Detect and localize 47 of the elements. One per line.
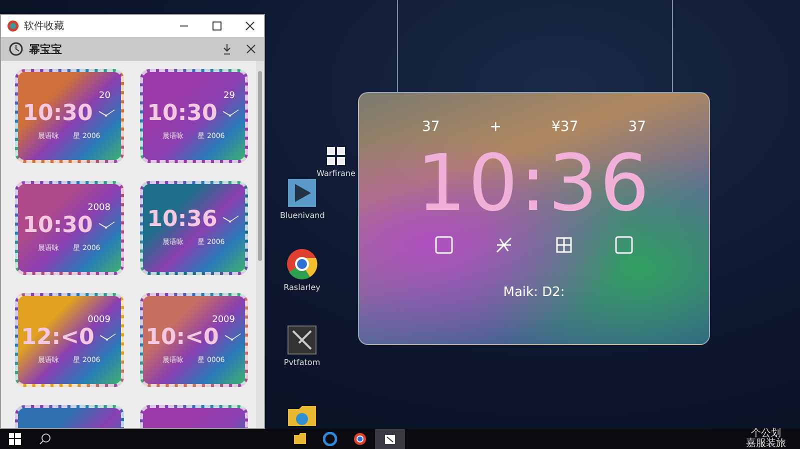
thumbnail-time: 10:30 bbox=[22, 214, 93, 236]
widget-text: + bbox=[490, 119, 502, 135]
thumbnail-number: 2009 bbox=[212, 316, 235, 324]
window-title: 软件收藏 bbox=[24, 20, 65, 33]
calendar-icon bbox=[554, 235, 574, 255]
app-icon[interactable] bbox=[287, 325, 317, 355]
desktop-icon-label: Pvtfatom bbox=[284, 358, 320, 367]
widget-caption: Maik: D2: bbox=[503, 285, 565, 300]
app-logo-icon bbox=[7, 20, 19, 32]
widget-text: 37 bbox=[422, 119, 440, 135]
app-icon[interactable] bbox=[287, 178, 318, 208]
panel-title: 幂宝宝 bbox=[29, 42, 63, 56]
widget-text: 37 bbox=[628, 119, 646, 135]
widget-time: 10:36 bbox=[416, 145, 652, 223]
desktop-icon-label: Bluenivand bbox=[280, 211, 325, 220]
box-icon bbox=[383, 432, 397, 446]
taskbar-clock: 个公划 bbox=[751, 429, 781, 439]
browser-icon bbox=[323, 432, 337, 446]
close-icon[interactable] bbox=[246, 44, 256, 54]
square-icon bbox=[434, 235, 454, 255]
thumbnail-time: 10:<0 bbox=[146, 326, 219, 348]
taskbar-app-button[interactable] bbox=[375, 429, 405, 449]
thumbnail-number: 2008 bbox=[88, 204, 110, 212]
grid-icon[interactable] bbox=[326, 146, 346, 166]
thumbnail-number: 0009 bbox=[88, 316, 110, 324]
clock-hands-icon bbox=[97, 332, 118, 344]
clock-hands-icon bbox=[220, 108, 240, 120]
browser-icon[interactable] bbox=[286, 248, 318, 280]
square-icon bbox=[614, 235, 634, 255]
thumbnail-time: 10:30 bbox=[22, 102, 93, 124]
close-icon bbox=[245, 21, 255, 31]
thumbnail-number: 29 bbox=[224, 92, 235, 100]
widget-text: ¥37 bbox=[552, 119, 578, 135]
maximize-icon bbox=[212, 21, 222, 31]
thumbnail-number: 20 bbox=[99, 92, 110, 100]
folder-icon[interactable] bbox=[287, 405, 317, 427]
clock-icon bbox=[9, 42, 23, 56]
desktop-icon-label: Raslarley bbox=[284, 283, 320, 292]
thumbnail-time: 10:36 bbox=[147, 209, 218, 231]
thumbnail-time: 10:30 bbox=[147, 102, 218, 124]
scrollbar[interactable] bbox=[256, 61, 264, 428]
desktop-icon-label: Warfirane bbox=[316, 169, 356, 178]
folder-icon bbox=[293, 433, 307, 445]
taskbar-clock: 嘉服装旅 bbox=[746, 439, 786, 449]
windows-logo-icon bbox=[9, 433, 21, 445]
browser-icon bbox=[353, 432, 367, 446]
search-icon bbox=[39, 433, 51, 445]
